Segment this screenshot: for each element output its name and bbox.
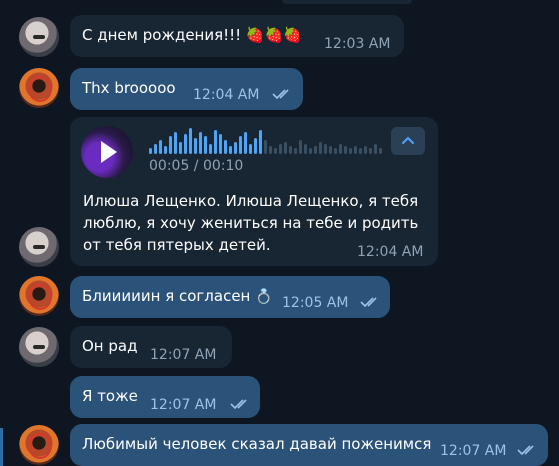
waveform-bar [189, 128, 192, 154]
message-bubble[interactable]: Я тоже 12:07 AM [70, 376, 260, 418]
collapse-transcript-button[interactable] [391, 127, 425, 155]
message-text: Он рад [82, 337, 138, 355]
read-checkmarks-icon [517, 445, 534, 456]
waveform-bar [169, 136, 172, 154]
waveform-bar [369, 148, 372, 154]
avatar[interactable] [19, 227, 59, 267]
ring-icon: 💍 [255, 289, 273, 305]
waveform-bar [304, 144, 307, 154]
waveform-bar [224, 140, 227, 154]
play-button[interactable] [81, 126, 133, 178]
waveform-bar [249, 144, 252, 154]
waveform-bar [329, 146, 332, 154]
waveform-bar [274, 148, 277, 154]
read-checkmarks-icon [230, 399, 247, 410]
waveform-bar [319, 142, 322, 154]
waveform-bar [314, 146, 317, 154]
message-time: 12:07 AM [150, 397, 217, 413]
waveform-bar [279, 144, 282, 154]
message-text: Я тоже [82, 387, 138, 405]
message-bubble[interactable]: Thx brooooo 12:04 AM [70, 68, 303, 110]
waveform-bar [379, 148, 382, 154]
waveform-bar [199, 132, 202, 154]
read-checkmarks-icon [272, 89, 289, 100]
message-text: Любимый человек сказал давай поженимся [82, 435, 432, 453]
waveform-bar [259, 130, 262, 154]
waveform-bar [374, 144, 377, 154]
waveform-bar [209, 144, 212, 154]
avatar[interactable] [19, 68, 59, 108]
waveform-bar [254, 138, 257, 154]
message-bubble[interactable]: Любимый человек сказал давай поженимся 1… [70, 424, 548, 466]
waveform-bar [184, 134, 187, 154]
message-bubble[interactable]: Он рад 12:07 AM [70, 326, 232, 368]
message-time: 12:04 AM [357, 244, 424, 260]
avatar[interactable] [19, 17, 59, 57]
waveform-bar [234, 142, 237, 154]
waveform-bar [244, 132, 247, 154]
chevron-up-icon [402, 137, 414, 144]
waveform-bar [159, 140, 162, 154]
waveform-bar [359, 148, 362, 154]
waveform-bar [334, 148, 337, 154]
play-icon [101, 141, 117, 163]
waveform-bar [214, 130, 217, 154]
message-bubble[interactable]: Блииииин я согласен 💍 12:05 AM [70, 276, 390, 318]
avatar[interactable] [19, 327, 59, 367]
waveform-bar [339, 144, 342, 154]
waveform-bar [164, 146, 167, 154]
waveform-bar [194, 138, 197, 154]
waveform-bar [174, 132, 177, 154]
waveform-bar [179, 142, 182, 154]
read-checkmarks-icon [360, 297, 377, 308]
selection-indicator [0, 428, 3, 466]
message-time: 12:04 AM [193, 87, 260, 103]
waveform-bar [284, 142, 287, 154]
voice-waveform[interactable] [149, 126, 383, 154]
waveform-bar [264, 140, 267, 154]
waveform-bar [239, 136, 242, 154]
waveform-bar [154, 144, 157, 154]
previous-message-edge [282, 0, 412, 4]
message-time: 12:07 AM [150, 347, 217, 363]
waveform-bar [149, 148, 152, 154]
waveform-bar [344, 146, 347, 154]
avatar[interactable] [19, 276, 59, 316]
message-time: 12:03 AM [324, 36, 391, 52]
waveform-bar [269, 146, 272, 154]
waveform-bar [324, 144, 327, 154]
avatar[interactable] [19, 425, 59, 465]
waveform-bar [354, 146, 357, 154]
voice-duration: 00:05 / 00:10 [149, 158, 244, 174]
message-bubble[interactable]: С днем рождения!!! 🍓🍓🍓 12:03 AM [70, 15, 404, 57]
waveform-bar [294, 148, 297, 154]
message-text: Thx brooooo [82, 79, 176, 97]
message-text: С днем рождения!!! 🍓🍓🍓 [82, 26, 302, 44]
message-time: 12:05 AM [282, 295, 349, 311]
waveform-bar [229, 146, 232, 154]
message-time: 12:07 AM [440, 443, 507, 459]
waveform-bar [219, 134, 222, 154]
waveform-bar [349, 148, 352, 154]
waveform-bar [289, 146, 292, 154]
waveform-bar [204, 136, 207, 154]
waveform-bar [364, 146, 367, 154]
waveform-bar [299, 140, 302, 154]
message-text: Блииииин я согласен 💍 [82, 287, 273, 305]
waveform-bar [309, 148, 312, 154]
